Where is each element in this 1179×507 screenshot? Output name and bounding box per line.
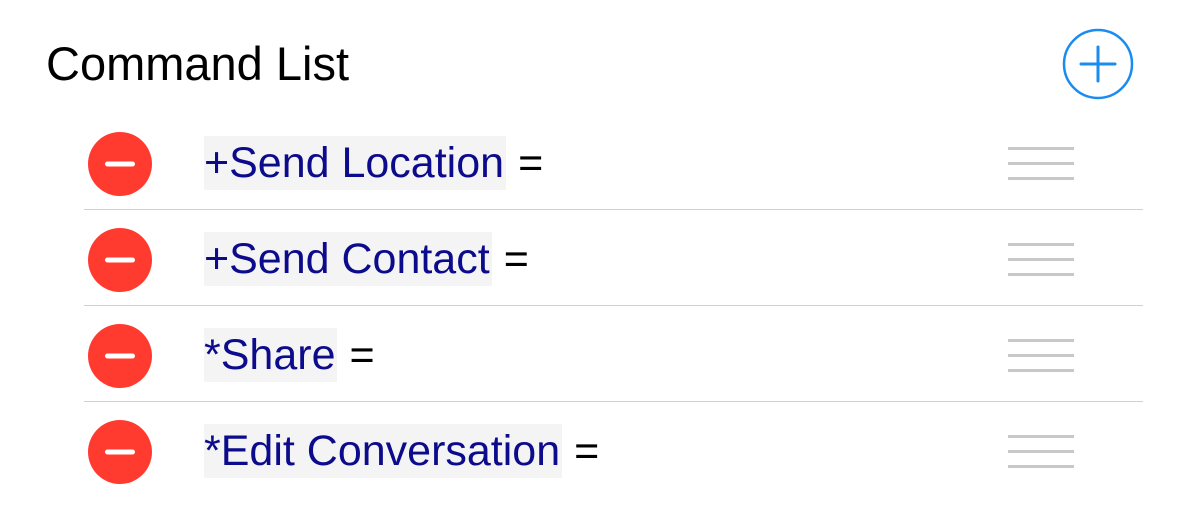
page-title: Command List (46, 37, 349, 90)
minus-circle-icon (88, 420, 152, 484)
reorder-handle-icon[interactable] (1008, 146, 1074, 182)
command-name: +Send Location (204, 136, 507, 190)
delete-button[interactable] (88, 132, 152, 196)
list-item: +Send Contact = (84, 214, 1143, 309)
reorder-handle-icon[interactable] (1008, 242, 1074, 278)
command-suffix: = (574, 427, 600, 475)
divider (84, 401, 1143, 402)
command-label: +Send Location = (204, 136, 543, 190)
minus-circle-icon (88, 132, 152, 196)
command-label: *Share = (204, 328, 375, 382)
command-suffix: = (518, 139, 544, 187)
command-label: +Send Contact = (204, 232, 529, 286)
command-name: *Edit Conversation (204, 424, 563, 478)
delete-button[interactable] (88, 324, 152, 388)
divider (84, 305, 1143, 306)
reorder-handle-icon[interactable] (1008, 434, 1074, 470)
plus-circle-icon (1062, 28, 1134, 100)
reorder-handle-icon[interactable] (1008, 338, 1074, 374)
list-item: +Send Location = (84, 118, 1143, 213)
delete-button[interactable] (88, 420, 152, 484)
command-label: *Edit Conversation = (204, 424, 599, 478)
command-name: *Share (204, 328, 338, 382)
delete-button[interactable] (88, 228, 152, 292)
command-list-screen: Command List +Send Location = +Send Cont… (0, 0, 1179, 507)
minus-circle-icon (88, 324, 152, 388)
command-name: +Send Contact (204, 232, 492, 286)
command-list: +Send Location = +Send Contact = *Share … (84, 118, 1143, 501)
minus-circle-icon (88, 228, 152, 292)
list-item: *Edit Conversation = (84, 406, 1143, 501)
list-item: *Share = (84, 310, 1143, 405)
command-suffix: = (503, 235, 529, 283)
add-command-button[interactable] (1062, 28, 1134, 100)
divider (84, 209, 1143, 210)
command-suffix: = (349, 331, 375, 379)
